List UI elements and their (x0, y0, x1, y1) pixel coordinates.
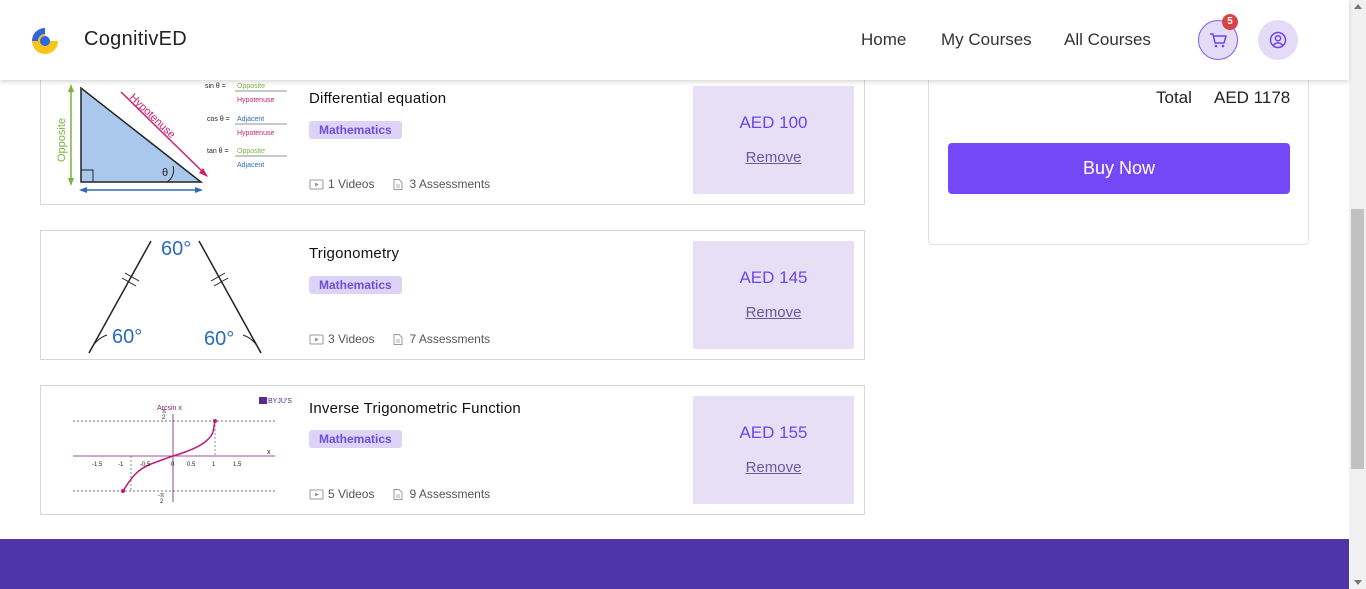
course-card: 60° 60° 60° Trigonometry Mathematics 3 V… (40, 230, 865, 360)
assessment-count: 9 Assessments (409, 487, 491, 501)
course-thumbnail: θ Opposite Hypotenuse sin θ = Opposite H… (56, 83, 287, 193)
svg-text:60°: 60° (204, 328, 234, 350)
svg-text:1.5: 1.5 (233, 462, 242, 468)
user-profile-button[interactable] (1258, 20, 1298, 60)
svg-text:Opposite: Opposite (237, 83, 265, 90)
video-icon (309, 179, 324, 189)
course-meta: 3 Videos 7 Assessments (309, 332, 490, 346)
document-icon (393, 333, 403, 345)
price-box: AED 100 Remove (693, 86, 854, 194)
svg-text:60°: 60° (161, 238, 191, 260)
assessment-count: 7 Assessments (409, 332, 491, 346)
course-price: AED 145 (739, 268, 808, 287)
svg-text:Opposite: Opposite (56, 118, 68, 162)
scrollbar-thumb[interactable] (1351, 209, 1364, 469)
svg-text:x: x (267, 449, 271, 456)
course-price: AED 155 (739, 423, 808, 442)
svg-text:60°: 60° (112, 326, 142, 348)
video-count: 3 Videos (328, 332, 375, 346)
order-summary: Total AED 1178 Buy Now (928, 60, 1309, 245)
remove-link[interactable]: Remove (693, 304, 854, 321)
svg-text:Hypotenuse: Hypotenuse (237, 97, 274, 104)
subject-tag: Mathematics (309, 121, 402, 139)
video-count: 5 Videos (328, 487, 375, 501)
course-title[interactable]: Inverse Trigonometric Function (309, 400, 521, 417)
svg-text:BYJU'S: BYJU'S (268, 398, 292, 405)
assessment-count: 3 Assessments (409, 177, 491, 191)
svg-text:θ: θ (162, 167, 168, 179)
scroll-up-arrow-icon[interactable] (1354, 4, 1362, 9)
svg-text:Adjacent: Adjacent (237, 162, 264, 169)
svg-text:0: 0 (171, 462, 175, 468)
svg-text:-0.5: -0.5 (140, 462, 151, 468)
svg-text:0.5: 0.5 (187, 462, 196, 468)
svg-text:Opposite: Opposite (237, 148, 265, 155)
buy-now-button[interactable]: Buy Now (948, 143, 1290, 194)
nav-my-courses[interactable]: My Courses (941, 30, 1032, 50)
remove-link[interactable]: Remove (693, 149, 854, 166)
nav-all-courses[interactable]: All Courses (1064, 30, 1151, 50)
svg-text:Hypotenuse: Hypotenuse (237, 130, 274, 137)
svg-text:-1: -1 (118, 462, 124, 468)
course-price: AED 100 (739, 113, 808, 132)
svg-text:cos θ =: cos θ = (207, 116, 230, 123)
top-header: CognitivED Home My Courses All Courses 5 (0, 0, 1349, 80)
nav-home[interactable]: Home (861, 30, 906, 50)
brand-name[interactable]: CognitivED (84, 28, 187, 51)
price-box: AED 145 Remove (693, 241, 854, 349)
svg-text:sin θ =: sin θ = (205, 83, 226, 90)
cognitived-logo-icon[interactable] (28, 24, 62, 56)
price-box: AED 155 Remove (693, 396, 854, 504)
course-meta: 5 Videos 9 Assessments (309, 487, 490, 501)
course-title[interactable]: Trigonometry (309, 245, 399, 262)
course-thumbnail: 60° 60° 60° (88, 238, 262, 354)
subject-tag: Mathematics (309, 276, 402, 294)
svg-text:tan θ =: tan θ = (207, 148, 229, 155)
video-icon (309, 489, 324, 499)
remove-link[interactable]: Remove (693, 459, 854, 476)
cart-count-badge: 5 (1222, 14, 1238, 30)
svg-text:1: 1 (212, 462, 216, 468)
document-icon (393, 178, 403, 190)
video-count: 1 Videos (328, 177, 375, 191)
course-thumbnail: Arcsin x BYJU'S x π 2 -π 2 -1.5 -1 -0.5 … (73, 397, 292, 505)
course-card: Arcsin x BYJU'S x π 2 -π 2 -1.5 -1 -0.5 … (40, 385, 865, 515)
subject-tag: Mathematics (309, 430, 402, 448)
course-card: θ Opposite Hypotenuse sin θ = Opposite H… (40, 75, 865, 205)
course-meta: 1 Videos 3 Assessments (309, 177, 490, 191)
vertical-scrollbar[interactable] (1349, 0, 1366, 589)
svg-text:2: 2 (160, 499, 164, 505)
course-title[interactable]: Differential equation (309, 90, 446, 107)
svg-text:2: 2 (162, 415, 166, 421)
scroll-down-arrow-icon[interactable] (1354, 580, 1362, 585)
video-icon (309, 334, 324, 344)
svg-text:-1.5: -1.5 (92, 462, 103, 468)
page-footer (0, 539, 1349, 589)
user-circle-icon (1269, 31, 1287, 49)
svg-text:Adjacent: Adjacent (237, 116, 264, 123)
total-value: AED 1178 (1214, 88, 1291, 107)
total-label: Total (1156, 88, 1192, 107)
document-icon (393, 488, 403, 500)
svg-text:Arcsin x: Arcsin x (157, 405, 182, 412)
cart-icon (1210, 33, 1227, 48)
